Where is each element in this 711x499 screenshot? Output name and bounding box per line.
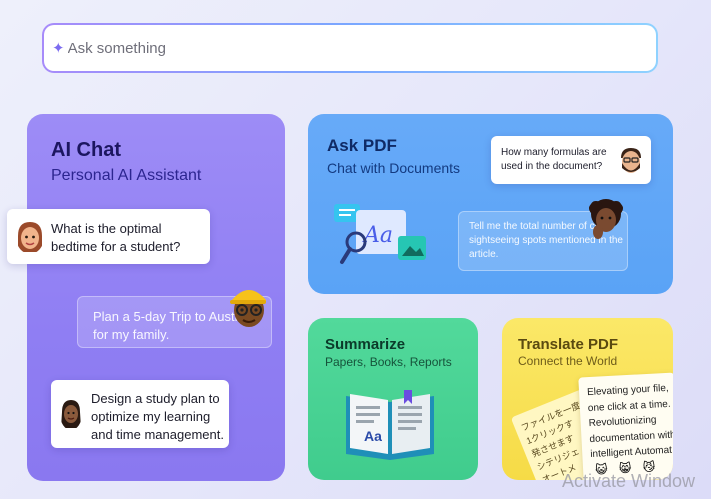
bearded-man-avatar-icon [621,148,641,173]
man-avatar-icon [230,290,266,327]
book-label: Aa [364,428,382,444]
ask-pdf-card[interactable]: Ask PDF Chat with Documents How many for… [308,114,673,294]
document-illustration-icon: Aa [334,204,426,264]
ask-pdf-title: Ask PDF [327,136,397,155]
summarize-subtitle: Papers, Books, Reports [325,355,452,369]
girl-avatar-icon [61,400,81,428]
woman-avatar-icon [18,222,42,252]
summarize-title: Summarize [325,336,406,353]
summarize-card[interactable]: Summarize Papers, Books, Reports Aa [308,318,478,480]
translate-pdf-card[interactable]: Translate PDF Connect the World ファイルを一度 … [502,318,673,480]
translate-title: Translate PDF [518,336,619,353]
translate-subtitle: Connect the World [518,354,618,368]
search-bar[interactable]: ✦ [42,23,658,73]
curly-woman-avatar-icon [589,199,623,239]
svg-text:Aa: Aa [362,223,393,248]
english-document: Elevating your file, one click at a time… [578,372,673,480]
open-book-icon [346,390,434,460]
ai-chat-title: AI Chat [51,139,121,161]
ask-pdf-subtitle: Chat with Documents [327,160,461,176]
activate-windows-watermark: Activate Window [562,471,696,491]
ai-chat-subtitle: Personal AI Assistant [51,167,202,184]
search-input[interactable] [67,39,628,57]
sparkle-icon: ✦ [52,40,65,57]
